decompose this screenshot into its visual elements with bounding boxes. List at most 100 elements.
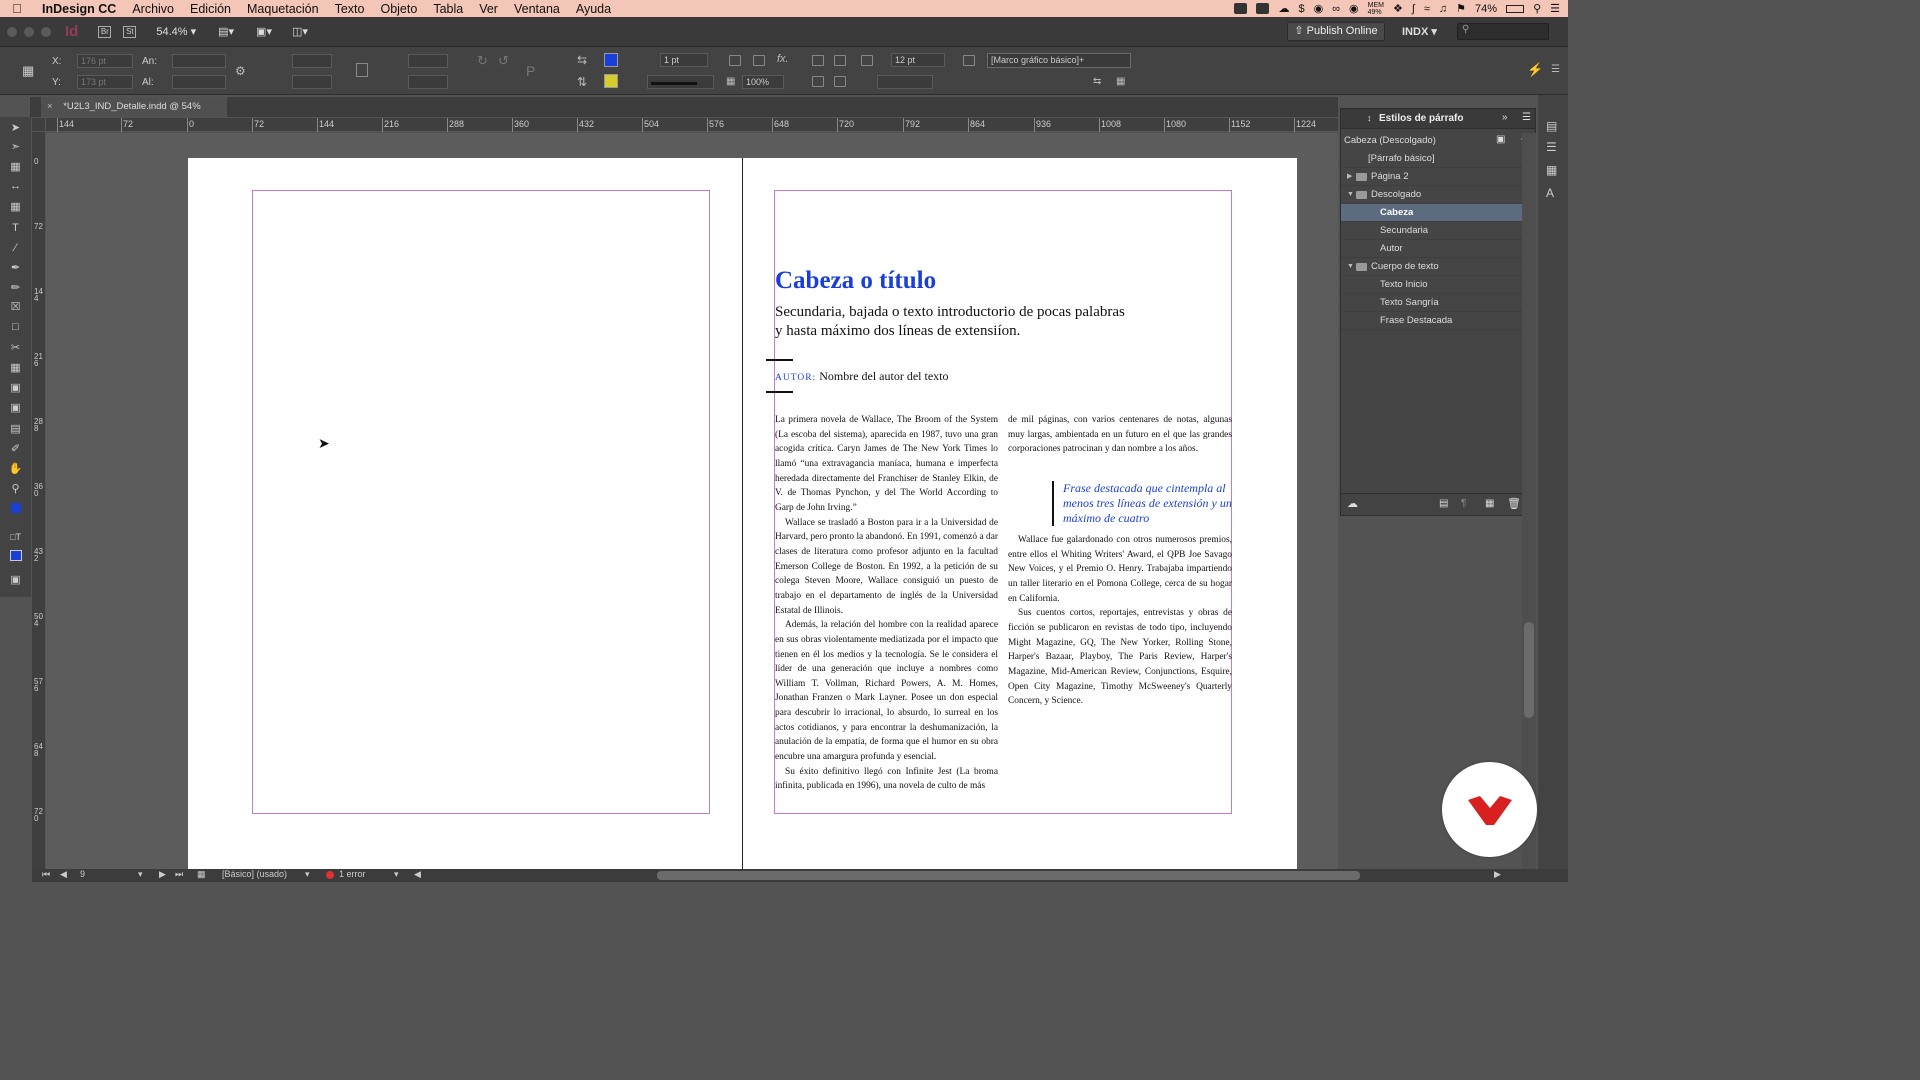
dollar-icon[interactable]: $ <box>1298 3 1304 15</box>
select-container-icon[interactable]: P <box>526 63 535 79</box>
article-title[interactable]: Cabeza o título <box>775 267 936 295</box>
publish-online-button[interactable]: ⇧ Publish Online <box>1287 22 1385 41</box>
master-page-status[interactable]: [Básico] (usado) <box>222 869 287 879</box>
menu-ver[interactable]: Ver <box>471 2 506 16</box>
zoom-level-select[interactable]: 54.4% ▾ <box>156 25 196 38</box>
control-panel-menu-icon[interactable]: ☰ <box>1551 64 1560 75</box>
character-styles-icon[interactable]: A <box>1546 186 1554 200</box>
style-options-icon[interactable]: ▦ <box>1116 76 1125 87</box>
layers-panel-icon[interactable]: ☰ <box>1546 140 1557 154</box>
text-wrap-offset-field[interactable]: 12 pt <box>891 53 945 67</box>
rotate-cw-icon[interactable]: ↻ <box>477 53 488 69</box>
collapse-triangle-icon[interactable]: ▼ <box>1347 258 1354 276</box>
style-group-cuerpo-de-texto[interactable]: ▼ Cuerpo de texto <box>1341 258 1526 276</box>
last-page-button[interactable]: ⏭ <box>175 869 183 880</box>
style-group-pagina-2[interactable]: ▶ Página 2 <box>1341 168 1526 186</box>
collapse-panel-icon[interactable]: » <box>1502 112 1508 123</box>
battery-icon[interactable] <box>1506 4 1525 13</box>
panel-header[interactable]: ↕ Estilos de párrafo » ☰ <box>1341 109 1535 129</box>
master-dropdown-icon[interactable]: ▾ <box>305 869 310 880</box>
menu-ayuda[interactable]: Ayuda <box>568 2 619 16</box>
record-icon[interactable]: ◉ <box>1349 2 1359 15</box>
height-field[interactable] <box>172 75 226 89</box>
constrain-proportions-icon[interactable]: ⚙ <box>235 64 246 78</box>
body-column-2-bottom[interactable]: Wallace fue galardonado con otros numero… <box>1008 533 1232 709</box>
center-content-icon[interactable] <box>812 76 824 87</box>
menu-ventana[interactable]: Ventana <box>506 2 568 16</box>
panel-title[interactable]: Estilos de párrafo <box>1379 113 1463 124</box>
apply-color-icon[interactable] <box>8 550 23 562</box>
first-page-button[interactable]: ⏮ <box>42 869 50 880</box>
screen-mode-tool-icon[interactable]: ▣ <box>8 574 23 586</box>
ruler-origin[interactable] <box>32 118 46 132</box>
spotlight-search-icon[interactable]: ⚲ <box>1533 2 1541 15</box>
style-row-autor[interactable]: Autor <box>1341 240 1526 258</box>
menu-objeto[interactable]: Objeto <box>372 2 425 16</box>
formatting-affects-container-icon[interactable]: □T <box>8 531 23 543</box>
vertical-scrollbar[interactable] <box>1522 133 1536 869</box>
cloud-icon[interactable]: ☁ <box>1278 2 1289 15</box>
expand-triangle-icon[interactable]: ▶ <box>1347 168 1352 186</box>
type-tool-icon[interactable]: T <box>8 222 23 234</box>
document-tab[interactable]: × *U2L3_IND_Detalle.indd @ 54% <box>41 97 227 117</box>
wifi-icon[interactable]: ≈ <box>1424 3 1430 15</box>
page-tool-icon[interactable]: ▦ <box>8 161 23 173</box>
stroke-type-select[interactable] <box>647 75 714 89</box>
free-transform-icon[interactable]: ▦ <box>8 362 23 374</box>
bridge-button[interactable]: Br <box>98 25 112 38</box>
style-row-secundaria[interactable]: Secundaria <box>1341 222 1526 240</box>
direct-selection-icon[interactable]: ➣ <box>8 141 23 153</box>
content-collector-icon[interactable]: ▦ <box>8 201 23 213</box>
clear-overrides-style-icon[interactable]: ¶ <box>1461 498 1466 509</box>
drop-shadow-icon[interactable] <box>753 55 765 66</box>
bluetooth-icon[interactable]: ∫ <box>1412 3 1415 15</box>
volume-icon[interactable]: ♫ <box>1439 3 1447 15</box>
menu-archivo[interactable]: Archivo <box>124 2 182 16</box>
body-column-2-top[interactable]: de mil páginas, con varios centenares de… <box>1008 413 1232 457</box>
panel-tab-icon[interactable]: ↕ <box>1367 113 1372 123</box>
fit-frame-icon[interactable] <box>834 55 846 66</box>
link-icon[interactable]: ∞ <box>1332 3 1340 15</box>
text-wrap-icon[interactable] <box>861 55 873 66</box>
opacity-icon[interactable]: ▦ <box>726 76 735 87</box>
gradient-swatch-icon[interactable]: ▣ <box>8 382 23 394</box>
corner-shape-select[interactable] <box>877 75 933 89</box>
stock-button[interactable]: St <box>123 25 137 38</box>
new-style-group-icon[interactable]: ▤ <box>1439 498 1448 509</box>
flag-icon[interactable]: ⚑ <box>1456 2 1466 15</box>
author-line[interactable]: AUTOR: Nombre del autor del texto <box>775 369 949 384</box>
arrange-documents-icon[interactable]: ◫▾ <box>292 25 308 38</box>
new-group-from-style-icon[interactable]: ▣ <box>1496 134 1505 145</box>
rectangle-tool-icon[interactable]: □ <box>8 321 23 333</box>
rotate-ccw-icon[interactable]: ↺ <box>498 53 509 69</box>
menu-app-name[interactable]: InDesign CC <box>34 2 124 16</box>
x-position-field[interactable]: 176 pt <box>77 54 133 68</box>
opacity-field[interactable]: 100% <box>742 75 784 89</box>
stroke-swatch[interactable] <box>604 74 618 88</box>
width-field[interactable] <box>172 54 226 68</box>
scale-x-field[interactable] <box>292 54 332 68</box>
window-close-button[interactable] <box>7 26 17 37</box>
flip-horizontal-icon[interactable]: ⇆ <box>577 53 587 67</box>
previous-page-button[interactable]: ◀ <box>60 869 67 880</box>
help-search-input[interactable]: ⚲ <box>1457 23 1549 40</box>
notification-list-icon[interactable]: ☰ <box>1550 2 1560 15</box>
eyedropper-tool-icon[interactable]: ✐ <box>8 443 23 455</box>
screen-mode-icon[interactable]: ▣▾ <box>256 25 272 38</box>
vertical-scroll-thumb[interactable] <box>1524 622 1534 718</box>
fill-stroke-icon[interactable] <box>8 503 23 515</box>
dropbox-icon[interactable]: ❖ <box>1393 2 1403 15</box>
style-row-cabeza[interactable]: Cabeza <box>1341 204 1526 222</box>
pull-quote[interactable]: Frase destacada que cintempla al menos t… <box>1052 481 1232 526</box>
stroke-weight-field[interactable]: 1 pt <box>660 53 708 67</box>
scroll-right-icon[interactable]: ▶ <box>1494 869 1501 880</box>
workspace-switcher[interactable]: INDX ▾ <box>1402 25 1437 38</box>
view-options-icon[interactable]: ▤▾ <box>218 25 234 38</box>
preflight-status[interactable]: 1 error <box>339 869 366 879</box>
scale-lock-icon[interactable] <box>356 63 368 77</box>
scroll-left-icon[interactable]: ◀ <box>414 869 421 880</box>
style-row-texto-inicio[interactable]: Texto Inicio <box>1341 276 1526 294</box>
object-style-icon[interactable] <box>963 55 975 66</box>
effects-icon[interactable]: fx. <box>777 53 789 65</box>
delete-style-icon[interactable]: 🗑 <box>1507 497 1521 510</box>
